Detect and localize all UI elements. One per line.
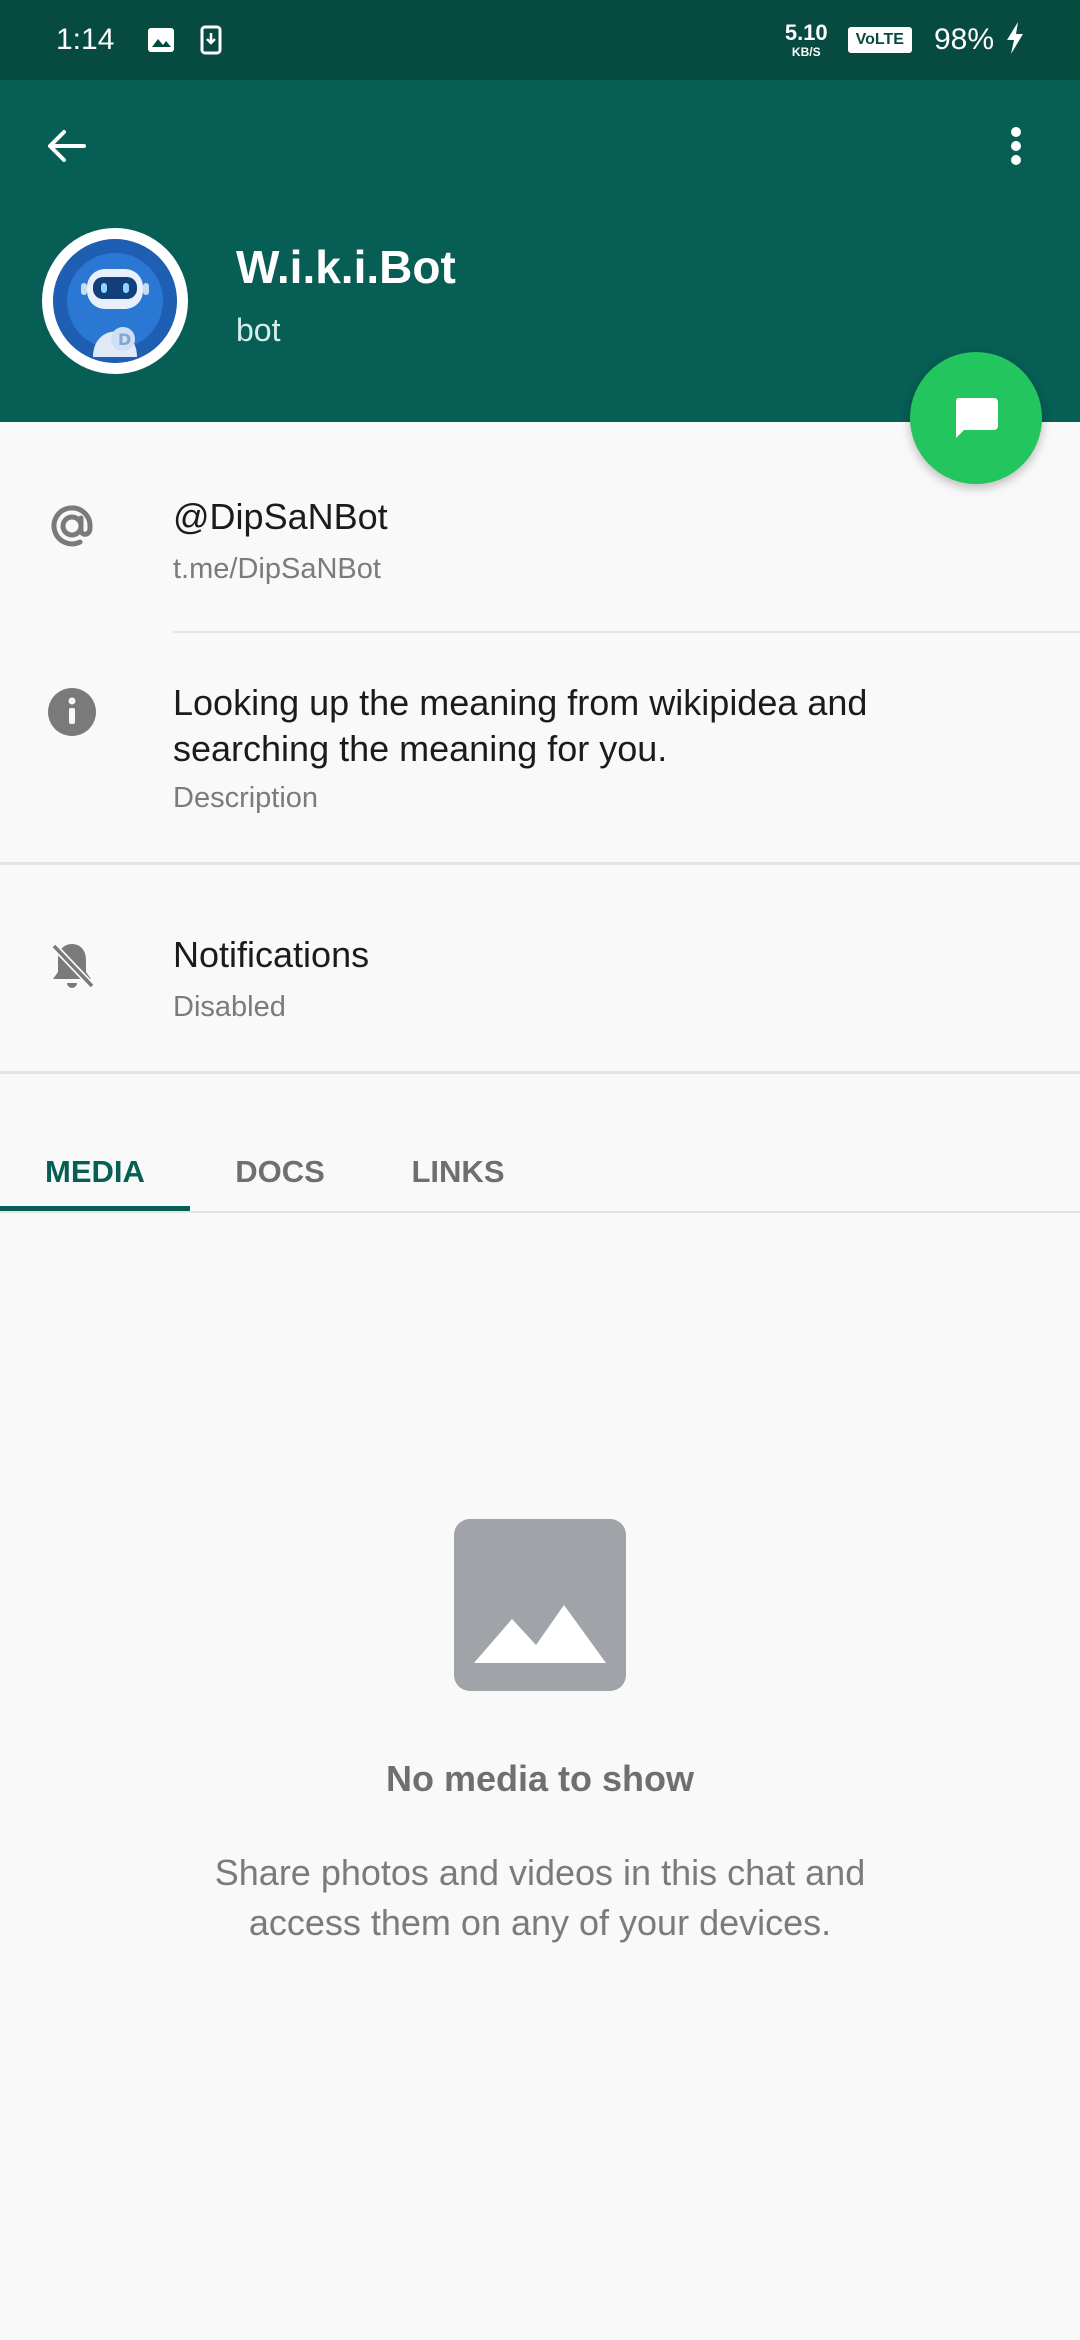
battery-percent: 98% xyxy=(933,23,994,56)
svg-text:D: D xyxy=(118,330,131,349)
notifications-row[interactable]: Notifications Disabled xyxy=(0,900,1080,1060)
section-divider xyxy=(0,1071,1080,1074)
image-icon xyxy=(454,1519,626,1691)
at-sign-icon xyxy=(44,498,100,554)
bell-off-icon xyxy=(44,938,100,994)
description-text: Looking up the meaning from wikipidea an… xyxy=(173,682,868,769)
robot-avatar-icon: D xyxy=(53,239,177,363)
empty-state-title: No media to show xyxy=(385,1758,695,1799)
username: @DipSaNBot xyxy=(173,496,388,537)
notifications-label: Notifications xyxy=(173,934,370,975)
network-speed: 5.10 KB/S xyxy=(784,20,828,59)
tab-docs[interactable]: DOCS xyxy=(212,1130,348,1214)
description-label: Description xyxy=(173,782,319,814)
username-link: t.me/DipSaNBot xyxy=(173,553,381,585)
arrow-left-icon xyxy=(48,130,86,162)
avatar[interactable]: D xyxy=(42,228,188,374)
status-bar: 1:14 5.10 KB/S VoLTE 98% xyxy=(0,0,1080,80)
description-row[interactable]: Looking up the meaning from wikipidea an… xyxy=(0,672,1080,862)
section-divider xyxy=(0,862,1080,865)
tab-media[interactable]: MEDIA xyxy=(0,1130,190,1214)
tab-links[interactable]: LINKS xyxy=(390,1130,526,1214)
media-tabs: MEDIA DOCS LINKS xyxy=(0,1130,1080,1214)
send-message-button[interactable] xyxy=(910,352,1042,484)
chat-subtitle: bot xyxy=(236,312,281,348)
username-row[interactable]: @DipSaNBot t.me/DipSaNBot xyxy=(0,470,1080,630)
status-time: 1:14 xyxy=(56,23,115,56)
chat-icon xyxy=(955,398,998,438)
more-options-button[interactable] xyxy=(988,118,1044,174)
tabs-divider xyxy=(0,1211,1080,1213)
chat-title: W.i.k.i.Bot xyxy=(236,241,456,293)
notifications-status: Disabled xyxy=(173,991,286,1023)
volte-badge: VoLTE xyxy=(847,27,912,53)
download-notification-icon xyxy=(200,25,222,55)
empty-state-description: Share photos and videos in this chat and… xyxy=(214,1852,866,1943)
charging-icon xyxy=(1004,21,1026,60)
back-button[interactable] xyxy=(38,118,94,174)
divider xyxy=(173,631,1080,633)
profile-header: D W.i.k.i.Bot bot xyxy=(0,80,1080,422)
info-icon xyxy=(44,684,100,740)
gallery-notification-icon xyxy=(146,25,176,55)
more-vert-icon xyxy=(1011,127,1021,165)
